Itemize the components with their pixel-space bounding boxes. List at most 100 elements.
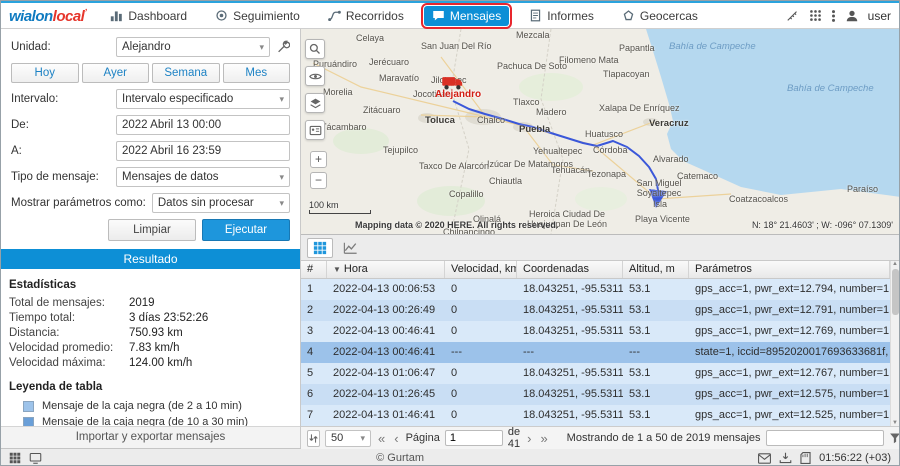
show-params-value: Datos sin procesar — [158, 197, 276, 209]
user-name[interactable]: user — [868, 9, 891, 23]
message-row-3[interactable]: 32022-04-13 00:46:41018.043251, -95.5311… — [301, 321, 890, 342]
message-row-6[interactable]: 62022-04-13 01:26:45018.043251, -95.5311… — [301, 384, 890, 405]
message-cell: 0 — [445, 363, 517, 384]
unit-select[interactable]: Alejandro▾ — [116, 37, 270, 57]
message-cell: 5 — [301, 363, 327, 384]
map-driver-card-icon[interactable] — [305, 120, 325, 140]
stat-label: Velocidad máxima: — [9, 356, 129, 371]
table-scrollbar[interactable]: ▲ ▼ — [890, 261, 899, 426]
zoom-in-button[interactable]: + — [310, 151, 327, 168]
interval-select[interactable]: Intervalo especificado▾ — [116, 89, 290, 109]
unit-marker[interactable]: Alejandro — [435, 76, 471, 100]
stat-value: 7.83 km/h — [129, 341, 180, 356]
column-parametros[interactable]: Parámetros — [689, 261, 890, 278]
prev-page-button[interactable]: ‹ — [392, 431, 400, 446]
map-visibility-eye-icon[interactable] — [305, 66, 325, 86]
logo-mark-icon: ʼ — [84, 7, 86, 17]
tracking-icon — [215, 9, 228, 22]
nav-label: Informes — [547, 9, 594, 23]
apps-grid-icon[interactable] — [809, 9, 822, 22]
scrollbar-thumb[interactable] — [892, 269, 899, 315]
message-row-5[interactable]: 52022-04-13 01:06:47018.043251, -95.5311… — [301, 363, 890, 384]
bottom-apps-grid-icon[interactable] — [9, 452, 21, 464]
map[interactable]: CelayaSan Juan Del RíoMezcalaPapantlaPur… — [301, 29, 900, 234]
page-size-select[interactable]: 50▾ — [325, 430, 371, 447]
message-cell: 7 — [301, 405, 327, 426]
nav-tab-reports[interactable]: Informes — [521, 6, 602, 26]
message-cell: gps_acc=1, pwr_ext=12.794, number=1, mil… — [689, 279, 890, 300]
bottom-layout-icon[interactable] — [29, 452, 42, 464]
zoom-out-button[interactable]: − — [310, 172, 327, 189]
column-velocidad[interactable]: Velocidad, km/h — [445, 261, 517, 278]
message-cell: 2022-04-13 01:46:41 — [327, 405, 445, 426]
nav-tab-dashboard[interactable]: Dashboard — [102, 6, 195, 26]
stat-row: Distancia:750.93 km — [1, 326, 300, 341]
nav-label: Geocercas — [640, 9, 698, 23]
column-hora[interactable]: ▼Hora — [327, 261, 445, 278]
storage-card-icon[interactable] — [800, 452, 811, 464]
message-row-7[interactable]: 72022-04-13 01:46:41018.043251, -95.5311… — [301, 405, 890, 426]
chart-view-tab[interactable] — [337, 238, 363, 258]
quick-range-hoy-button[interactable]: Hoy — [11, 63, 79, 83]
scroll-up-icon[interactable]: ▲ — [892, 261, 898, 267]
import-status-icon[interactable] — [779, 452, 792, 464]
copyright[interactable]: © Gurtam — [42, 452, 758, 464]
map-layers-icon[interactable] — [305, 93, 325, 113]
ruler-icon[interactable] — [786, 9, 800, 23]
kebab-menu-icon[interactable] — [831, 9, 836, 23]
next-page-button[interactable]: › — [525, 431, 533, 446]
import-export-link[interactable]: Importar y exportar mensajes — [1, 426, 300, 448]
table-view-tab[interactable] — [307, 238, 333, 258]
wialon-app: wialonlocalʼ Dashboard Seguimiento Recorri… — [0, 0, 900, 466]
date-to-input[interactable] — [116, 141, 290, 161]
show-params-select[interactable]: Datos sin procesar▾ — [152, 193, 290, 213]
message-cell: 0 — [445, 405, 517, 426]
message-row-1[interactable]: 12022-04-13 00:06:53018.043251, -95.5311… — [301, 279, 890, 300]
first-page-button[interactable]: « — [376, 431, 387, 446]
nav-tab-trips[interactable]: Recorridos — [320, 6, 412, 26]
quick-range-semana-button[interactable]: Semana — [152, 63, 220, 83]
column-number[interactable]: # — [301, 261, 327, 278]
map-search-icon[interactable] — [305, 39, 325, 59]
message-type-select[interactable]: Mensajes de datos▾ — [116, 167, 290, 187]
message-cell: 0 — [445, 279, 517, 300]
logo-local: local — [53, 8, 85, 25]
execute-button[interactable]: Ejecutar — [202, 219, 290, 241]
column-coordenadas[interactable]: Coordenadas — [517, 261, 623, 278]
message-cell: 18.043251, -95.531111 — [517, 405, 623, 426]
filter-funnel-icon[interactable] — [889, 432, 900, 444]
clear-button[interactable]: Limpiar — [108, 219, 196, 241]
quick-range-buttons: HoyAyerSemanaMes — [11, 63, 290, 83]
page-number-input[interactable] — [445, 430, 503, 446]
date-from-input[interactable] — [116, 115, 290, 135]
wrench-icon[interactable] — [276, 40, 290, 54]
message-cell: gps_acc=1, pwr_ext=12.769, number=1, mil… — [689, 321, 890, 342]
last-page-button[interactable]: » — [538, 431, 549, 446]
quick-range-ayer-button[interactable]: Ayer — [82, 63, 150, 83]
logo-wialon: wialon — [9, 8, 53, 25]
filter-input[interactable] — [766, 430, 884, 446]
scroll-down-icon[interactable]: ▼ — [892, 420, 898, 426]
nav-label: Recorridos — [346, 9, 404, 23]
showing-range-label: Mostrando de 1 a 50 de 2019 mensajes — [567, 432, 761, 444]
message-row-4[interactable]: 42022-04-13 00:46:41---------state=1, ic… — [301, 342, 890, 363]
statusbar-right: 01:56:22 (+03) — [758, 452, 891, 464]
message-cell: 2 — [301, 300, 327, 321]
message-cell: 3 — [301, 321, 327, 342]
chevron-down-icon: ▾ — [259, 42, 264, 53]
jump-to-time-icon[interactable] — [307, 430, 320, 447]
nav-tab-tracking[interactable]: Seguimiento — [207, 6, 308, 26]
nav-tab-geofences[interactable]: Geocercas — [614, 6, 706, 26]
user-icon[interactable] — [845, 9, 859, 23]
message-row-2[interactable]: 22022-04-13 00:26:49018.043251, -95.5311… — [301, 300, 890, 321]
nav-tab-messages[interactable]: Mensajes — [424, 6, 509, 26]
quick-range-mes-button[interactable]: Mes — [223, 63, 291, 83]
grid-view-tabs — [301, 235, 899, 261]
wialon-logo[interactable]: wialonlocalʼ — [9, 7, 86, 25]
map-scale-bar — [309, 210, 371, 214]
mail-status-icon[interactable] — [758, 453, 771, 464]
column-altitud[interactable]: Altitud, m — [623, 261, 689, 278]
geofences-icon — [622, 9, 635, 22]
stat-row: Velocidad máxima:124.00 km/h — [1, 356, 300, 371]
main-area: Unidad: Alejandro▾ HoyAyerSemanaMes Inte… — [1, 29, 899, 448]
